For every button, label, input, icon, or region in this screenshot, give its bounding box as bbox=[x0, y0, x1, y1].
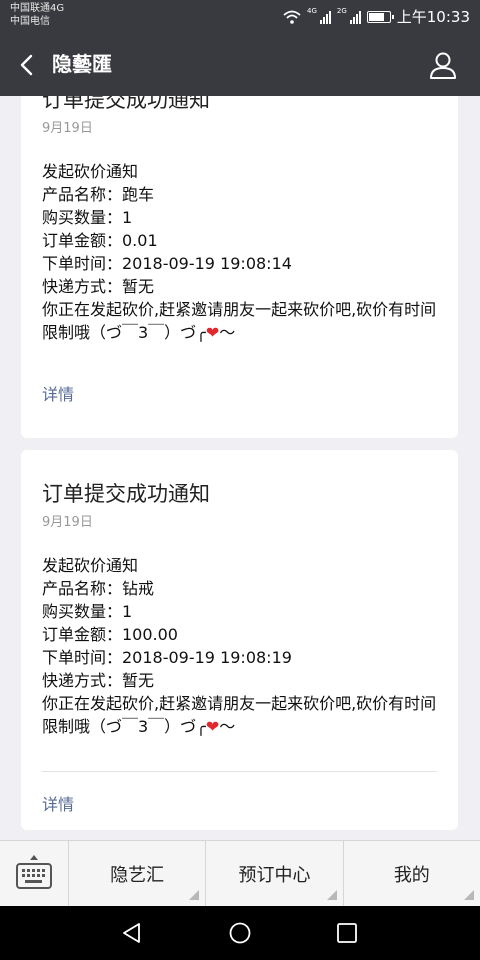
wifi-icon bbox=[283, 10, 301, 24]
body-line: 发起砍价通知 bbox=[42, 162, 139, 181]
message-list[interactable]: 订单提交成功通知 9月19日 发起砍价通知 产品名称：跑车 购买数量：1 订单金… bbox=[0, 96, 480, 840]
signal-icon bbox=[319, 10, 331, 24]
body-message: 你正在发起砍价,赶紧邀请朋友一起来砍价吧,砍价有时间限制哦（づ￣3￣）づ╭❤～ bbox=[42, 298, 437, 344]
menu-item-mine[interactable]: 我的 bbox=[344, 841, 480, 906]
body-line: 快递方式：暂无 bbox=[42, 277, 155, 296]
network-type-1: 4G bbox=[306, 6, 317, 15]
body-message: 你正在发起砍价,赶紧邀请朋友一起来砍价吧,砍价有时间限制哦（づ￣3￣）づ╭❤～ bbox=[42, 692, 437, 738]
body-line: 快递方式：暂无 bbox=[42, 671, 155, 690]
order-notification-card: 订单提交成功通知 9月19日 发起砍价通知 产品名称：钻戒 购买数量：1 订单金… bbox=[21, 450, 458, 830]
status-bar: 中国联通4G 中国电信 4G 2G 上午10:33 bbox=[0, 0, 480, 34]
nav-bar: 隐藝匯 bbox=[0, 34, 480, 96]
body-line: 下单时间：2018-09-19 19:08:14 bbox=[42, 254, 292, 273]
circle-home-icon[interactable] bbox=[228, 921, 252, 945]
body-line: 产品名称：钻戒 bbox=[42, 579, 155, 598]
body-line: 产品名称：跑车 bbox=[42, 185, 155, 204]
message-text: 你正在发起砍价,赶紧邀请朋友一起来砍价吧,砍价有时间限制哦（づ￣3￣）づ╭ bbox=[42, 694, 437, 736]
menu-item-label: 我的 bbox=[393, 864, 430, 886]
card-title: 订单提交成功通知 bbox=[42, 482, 210, 506]
status-icons: 4G 2G 上午10:33 bbox=[283, 6, 470, 27]
page-title: 隐藝匯 bbox=[52, 52, 112, 76]
battery-icon bbox=[366, 10, 394, 23]
back-arrow-icon[interactable] bbox=[14, 51, 42, 79]
message-text: 你正在发起砍价,赶紧邀请朋友一起来砍价吧,砍价有时间限制哦（づ￣3￣）づ╭ bbox=[42, 300, 437, 342]
body-line: 订单金额：0.01 bbox=[42, 231, 158, 250]
person-icon[interactable] bbox=[428, 50, 458, 80]
body-line: 发起砍价通知 bbox=[42, 556, 139, 575]
keyboard-toggle-button[interactable] bbox=[0, 841, 69, 906]
menu-item-label: 预订中心 bbox=[238, 864, 311, 886]
body-line: 购买数量：1 bbox=[42, 208, 133, 227]
order-notification-card: 订单提交成功通知 9月19日 发起砍价通知 产品名称：跑车 购买数量：1 订单金… bbox=[21, 96, 458, 438]
android-nav-bar bbox=[0, 906, 480, 960]
tilde: ～ bbox=[219, 323, 236, 342]
square-recent-icon[interactable] bbox=[335, 921, 359, 945]
bottom-menu: 隐艺汇 预订中心 我的 bbox=[0, 840, 480, 906]
clock: 上午10:33 bbox=[396, 8, 470, 26]
carrier-1: 中国联通4G bbox=[10, 3, 65, 14]
card-date: 9月19日 bbox=[42, 121, 93, 136]
body-line: 订单金额：100.00 bbox=[42, 625, 178, 644]
tilde: ～ bbox=[219, 717, 236, 736]
triangle-back-icon[interactable] bbox=[120, 921, 144, 945]
card-body: 发起砍价通知 产品名称：钻戒 购买数量：1 订单金额：100.00 下单时间：2… bbox=[42, 554, 437, 738]
signal-icon-2 bbox=[349, 10, 361, 24]
divider bbox=[42, 771, 437, 772]
menu-item-label: 隐艺汇 bbox=[110, 864, 165, 886]
card-date: 9月19日 bbox=[42, 515, 93, 530]
network-type-2: 2G bbox=[336, 6, 347, 15]
body-line: 购买数量：1 bbox=[42, 602, 133, 621]
body-line: 下单时间：2018-09-19 19:08:19 bbox=[42, 648, 292, 667]
heart-emoji: ❤ bbox=[205, 323, 220, 342]
menu-item-yinyihui[interactable]: 隐艺汇 bbox=[69, 841, 207, 906]
detail-link[interactable]: 详情 bbox=[42, 384, 437, 406]
keyboard-icon bbox=[16, 855, 52, 889]
carrier-2: 中国电信 bbox=[10, 16, 50, 27]
card-body: 发起砍价通知 产品名称：跑车 购买数量：1 订单金额：0.01 下单时间：201… bbox=[42, 160, 437, 344]
menu-item-booking-center[interactable]: 预订中心 bbox=[206, 841, 344, 906]
card-title: 订单提交成功通知 bbox=[42, 96, 210, 112]
heart-emoji: ❤ bbox=[205, 717, 220, 736]
carrier-info: 中国联通4G 中国电信 bbox=[10, 2, 64, 28]
detail-link[interactable]: 详情 bbox=[42, 794, 437, 816]
